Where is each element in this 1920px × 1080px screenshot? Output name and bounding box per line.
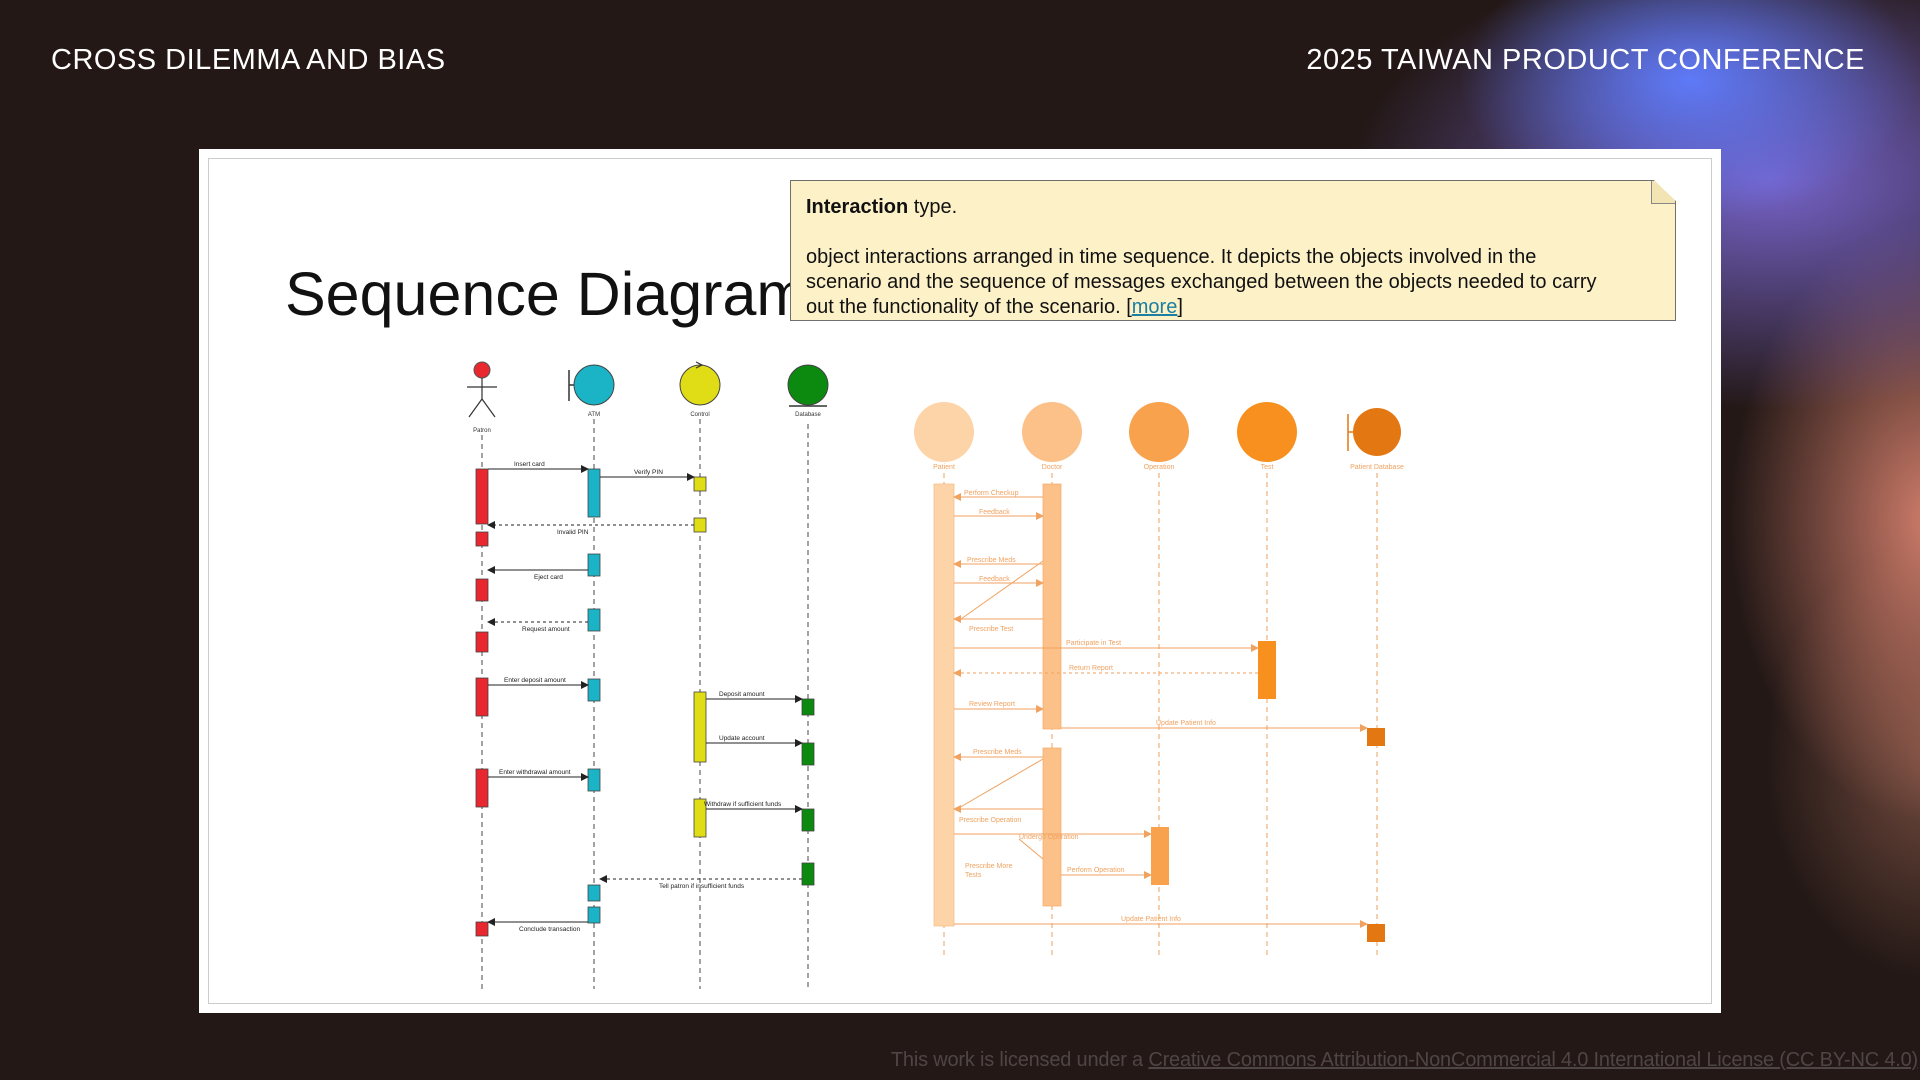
hmsg-tests: Tests xyxy=(965,872,982,879)
operation-icon xyxy=(1129,402,1189,462)
hmsg-prescribe-test: Prescribe Test xyxy=(969,626,1013,633)
msg-conclude-transaction: Conclude transaction xyxy=(519,926,580,933)
label-test: Test xyxy=(1261,464,1274,471)
control-icon xyxy=(679,361,721,406)
msg-eject-card: Eject card xyxy=(534,574,563,581)
slide-card: Sequence Diagram Interaction type. objec… xyxy=(199,149,1721,1013)
hmsg-feedback-2: Feedback xyxy=(979,576,1010,583)
participant-label-control: Control xyxy=(690,412,709,418)
label-patient-database: Patient Database xyxy=(1350,464,1404,471)
msg-update-account: Update account xyxy=(719,735,765,742)
atm-sequence-diagram: Patron ATM Control Database Insert card … xyxy=(467,361,829,989)
hospital-message-labels: Perform Checkup Feedback Prescribe Meds … xyxy=(959,490,1216,923)
participant-label-patron: Patron xyxy=(473,428,491,434)
patient-icon xyxy=(914,402,974,462)
msg-insert-card: Insert card xyxy=(514,461,545,468)
sequence-diagrams: Patron ATM Control Database Insert card … xyxy=(467,361,1404,989)
test-icon xyxy=(1237,402,1297,462)
hmsg-prescribe-operation: Prescribe Operation xyxy=(959,817,1021,824)
license-prefix: This work is licensed under a xyxy=(890,1049,1149,1071)
patron-actor-icon xyxy=(467,361,497,418)
hmsg-prescribe-meds-1: Prescribe Meds xyxy=(967,557,1016,564)
participant-label-database: Database xyxy=(795,412,821,418)
msg-withdraw: Withdraw if sufficient funds xyxy=(704,801,782,808)
hmsg-update-patient-info-2: Update Patient Info xyxy=(1121,916,1181,923)
participant-label-atm: ATM xyxy=(588,412,600,418)
license-notice: This work is licensed under a Creative C… xyxy=(891,1049,1918,1072)
hmsg-prescribe-meds-2: Prescribe Meds xyxy=(973,749,1022,756)
hmsg-update-patient-info-1: Update Patient Info xyxy=(1156,720,1216,727)
msg-request-amount: Request amount xyxy=(522,626,570,633)
label-operation: Operation xyxy=(1144,464,1175,471)
hmsg-undergo-operation: Undergo Operation xyxy=(1019,834,1079,841)
hmsg-perform-checkup: Perform Checkup xyxy=(964,490,1019,497)
hmsg-feedback-1: Feedback xyxy=(979,509,1010,516)
hospital-participant-labels: Patient Doctor Operation Test Patient Da… xyxy=(933,464,1404,471)
hospital-sequence-diagram: Patient Doctor Operation Test Patient Da… xyxy=(914,402,1404,959)
msg-tell-patron: Tell patron if insufficient funds xyxy=(659,883,745,890)
hmsg-prescribe-more: Prescribe More xyxy=(965,863,1013,870)
atm-message-labels: Insert card Verify PIN Invalid PIN Eject… xyxy=(499,461,782,933)
hospital-participant-icons xyxy=(914,402,1401,462)
header-left-title: CROSS DILEMMA AND BIAS xyxy=(51,44,446,76)
msg-enter-withdrawal: Enter withdrawal amount xyxy=(499,769,571,776)
database-entity-icon xyxy=(787,364,829,407)
hmsg-review-report: Review Report xyxy=(969,701,1015,708)
msg-verify-pin: Verify PIN xyxy=(634,469,663,476)
atm-lifelines xyxy=(481,419,809,989)
header-right-title: 2025 TAIWAN PRODUCT CONFERENCE xyxy=(1306,44,1865,76)
atm-boundary-icon xyxy=(568,364,615,406)
slide-card-frame: Sequence Diagram Interaction type. objec… xyxy=(208,158,1712,1004)
msg-deposit-amount: Deposit amount xyxy=(719,691,765,698)
patient-database-icon xyxy=(1347,408,1401,456)
msg-enter-deposit: Enter deposit amount xyxy=(504,677,566,684)
msg-invalid-pin: Invalid PIN xyxy=(557,529,589,536)
hmsg-participate-in-test: Participate in Test xyxy=(1066,640,1121,647)
label-patient: Patient xyxy=(933,464,955,471)
hmsg-perform-operation: Perform Operation xyxy=(1067,867,1125,874)
hospital-lifelines xyxy=(943,473,1378,959)
license-link[interactable]: Creative Commons Attribution-NonCommerci… xyxy=(1148,1049,1918,1071)
label-doctor: Doctor xyxy=(1042,464,1063,471)
hospital-activations xyxy=(933,483,1385,942)
doctor-icon xyxy=(1022,402,1082,462)
hmsg-return-report: Return Report xyxy=(1069,665,1113,672)
atm-activations xyxy=(475,468,815,937)
